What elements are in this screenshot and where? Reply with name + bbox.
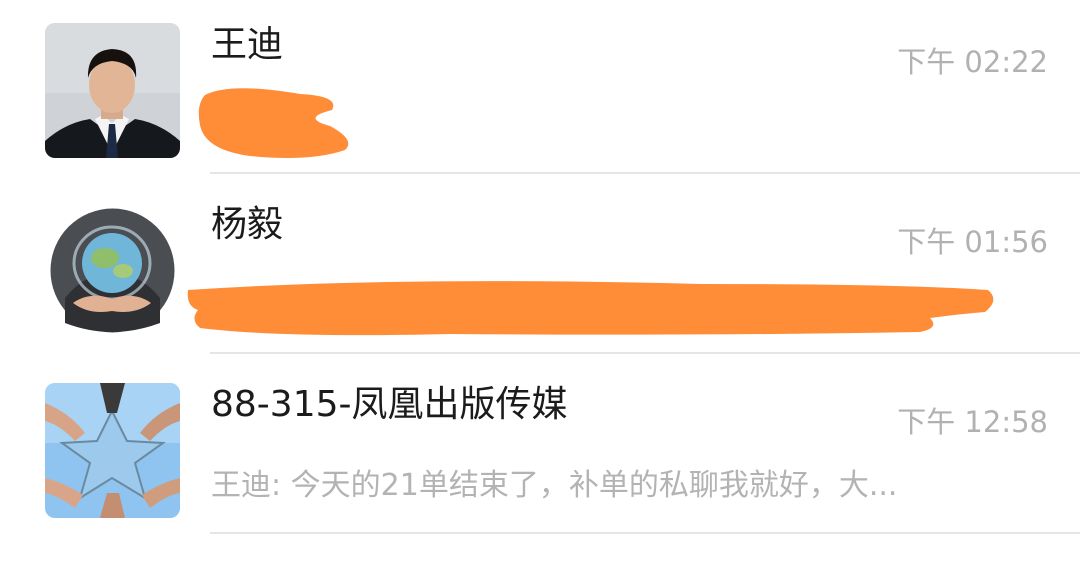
chat-list-item[interactable]: 88-315-凤凰出版传媒 下午 12:58 王迪: 今天的21单结束了，补单的… [0,360,1080,540]
chat-list: 王迪 下午 02:22 杨毅 下午 01:56 88-315-凤凰出版传媒 下午… [0,0,1080,564]
chat-list-item[interactable]: 杨毅 下午 01:56 [0,180,1080,360]
divider [210,532,1080,534]
divider [210,352,1080,354]
hands-star-sky-avatar-icon [45,383,180,518]
avatar[interactable] [45,383,180,518]
message-time: 下午 12:58 [897,405,1048,439]
redaction-scribble [187,281,994,336]
divider [210,172,1080,174]
group-name: 88-315-凤凰出版传媒 [211,384,568,425]
message-preview: 王迪: 今天的21单结束了，补单的私聊我就好，大... [211,468,898,503]
redaction-scribble [198,88,349,158]
chat-list-item[interactable]: 王迪 下午 02:22 [0,0,1080,180]
